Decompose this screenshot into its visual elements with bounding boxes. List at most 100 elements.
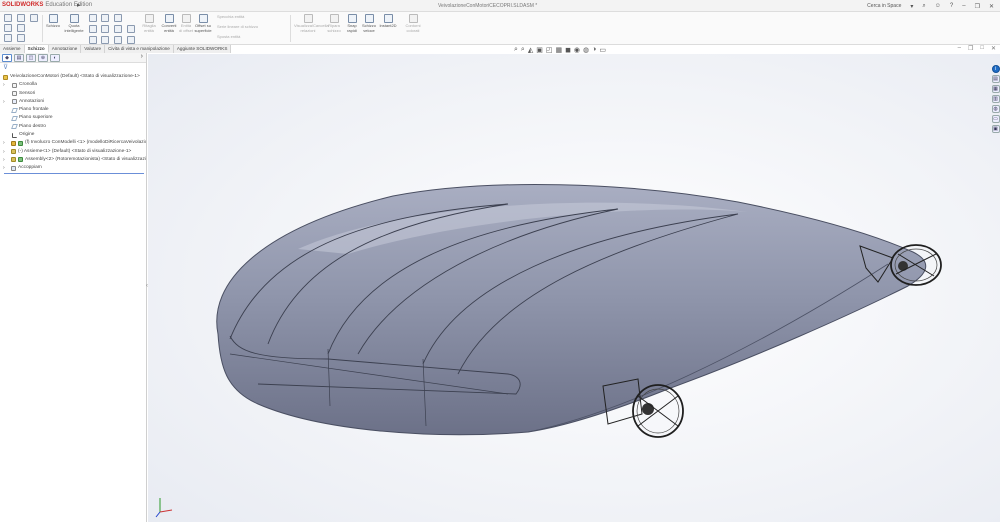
tree-item-sensori[interactable]: Sensori (0, 90, 146, 98)
select-icon[interactable] (4, 34, 12, 42)
graphics-viewport[interactable] (148, 54, 1000, 522)
slot-icon[interactable] (89, 36, 97, 44)
open-icon[interactable] (17, 14, 25, 22)
tree-item-assieme-1[interactable]: › (-) Assieme<1> (Default) <Stato di visu… (0, 148, 146, 156)
dynamic-annotation-icon[interactable]: ◰ (546, 46, 553, 54)
expand-arrow-icon[interactable]: › (3, 139, 5, 147)
view-orientation-icon[interactable]: ▦ (555, 46, 562, 54)
zoom-area-icon[interactable]: ⌕ (521, 46, 525, 54)
tab-assieme[interactable]: Assieme (0, 45, 25, 53)
ripara-schizzo-button[interactable]: Ripara schizzo (324, 14, 344, 33)
viewport-restore-icon[interactable]: ❐ (968, 45, 973, 52)
new-icon[interactable] (4, 14, 12, 22)
fillet-icon[interactable] (127, 25, 135, 33)
tree-item-assembly-2[interactable]: › Assembly<2> (Rotoremotazionista) <Stato… (0, 156, 146, 164)
tree-item-piano-frontale[interactable]: Piano frontale (0, 106, 146, 114)
offset-superficie-button[interactable]: Offset su superficie (193, 14, 213, 33)
search-input[interactable]: Cerca in Space (867, 3, 901, 9)
view-settings-icon[interactable]: ▭ (599, 46, 606, 54)
tree-item-accoppiamenti[interactable]: › Accoppiam (0, 164, 146, 172)
ellipse-icon[interactable] (101, 36, 109, 44)
display-style-icon[interactable]: ◼ (565, 46, 571, 54)
schizzo-button[interactable]: Schizzo (45, 14, 61, 29)
viewport-maximize-icon[interactable]: □ (980, 45, 984, 52)
property-manager-tab-icon[interactable]: ▤ (14, 53, 24, 62)
section-view-icon[interactable]: ▣ (536, 46, 543, 54)
converti-entita-button[interactable]: Converti entità (160, 14, 178, 33)
arc-icon[interactable] (101, 25, 109, 33)
user-icon[interactable]: ☺ (935, 3, 941, 9)
rebuild-icon[interactable] (17, 34, 25, 42)
sposta-entita-button[interactable]: Sposta entità (217, 34, 287, 40)
tree-item-origine[interactable]: Origine (0, 131, 146, 139)
quota-intelligente-button[interactable]: Quota intelligente (63, 14, 85, 33)
schizzo-veloce-button[interactable]: Schizzo veloce (361, 14, 377, 33)
tree-end-rollback-bar[interactable] (4, 172, 144, 174)
serie-lineare-button[interactable]: Serie lineare di schizzo (217, 24, 287, 30)
ritaglia-entita-button[interactable]: Ritaglia entità (139, 14, 159, 33)
visualizza-relazioni-button[interactable]: Visualizza/Cancella relazioni (294, 14, 329, 33)
tab-aggiunte[interactable]: Aggiunte SOLIDWORKS (173, 45, 232, 53)
tree-item-piano-destro[interactable]: Piano destro (0, 123, 146, 131)
filter-icon[interactable]: ⊽ (0, 63, 146, 73)
offset-surface-icon (198, 14, 208, 23)
menu-expand-icon[interactable]: ▸ (77, 1, 81, 9)
line-icon[interactable] (89, 14, 97, 22)
command-search-icon[interactable]: ⌕ (922, 3, 925, 10)
tab-civita-vista[interactable]: Civita di vista e manipolazione (105, 45, 174, 53)
viewport-minimize-icon[interactable]: – (958, 45, 961, 52)
tab-schizzo[interactable]: Schizzo (24, 45, 49, 53)
smart-dimension-icon (69, 14, 79, 23)
expand-arrow-icon[interactable]: › (3, 81, 5, 89)
zoom-to-fit-icon[interactable]: ⌕ (514, 46, 518, 54)
edit-appearance-icon[interactable]: ◍ (583, 46, 589, 54)
print-icon[interactable] (17, 24, 25, 32)
view-palette-icon[interactable]: ▥ (991, 95, 1000, 103)
specchia-entita-button[interactable]: Specchia entità (217, 14, 287, 20)
minimize-icon[interactable]: – (962, 3, 965, 9)
custom-properties-icon[interactable]: ▭ (991, 115, 1000, 123)
polygon-icon[interactable] (114, 25, 122, 33)
command-manager-ribbon: Schizzo Quota intelligente Ritaglia enti… (0, 12, 1000, 45)
tab-valutare[interactable]: Valutare (81, 45, 106, 53)
save-icon[interactable] (4, 24, 12, 32)
solidworks-resources-icon[interactable]: i (991, 65, 1000, 73)
appearances-icon[interactable]: ◍ (991, 105, 1000, 113)
tree-item-root[interactable]: VeivolazioneConMotori (Default) <Stato d… (0, 73, 146, 81)
restore-icon[interactable]: ❐ (975, 3, 980, 10)
text-icon[interactable] (127, 36, 135, 44)
scene-icon[interactable]: ◑ (592, 46, 596, 53)
forum-icon[interactable]: ▣ (991, 125, 1000, 133)
viewport-close-icon[interactable]: ✕ (991, 45, 996, 52)
configuration-manager-tab-icon[interactable]: ◫ (26, 53, 36, 62)
help-icon[interactable]: ? (950, 3, 953, 9)
tree-item-cronologia[interactable]: › Cronolla (0, 81, 146, 89)
point-icon[interactable] (114, 36, 122, 44)
feature-manager-tab-icon[interactable]: ◆ (2, 53, 12, 62)
rectangle-icon[interactable] (89, 25, 97, 33)
expand-arrow-icon[interactable]: › (3, 98, 5, 106)
pane-expand-icon[interactable]: › (141, 53, 143, 60)
tab-annotazione[interactable]: Annotazione (48, 45, 82, 53)
expand-arrow-icon[interactable]: › (3, 148, 5, 156)
circle-icon[interactable] (101, 14, 109, 22)
expand-arrow-icon[interactable]: › (3, 164, 5, 172)
tree-item-piano-superiore[interactable]: Piano superiore (0, 114, 146, 122)
design-library-icon[interactable]: ▤ (991, 75, 1000, 83)
entita-offset-button[interactable]: Entità di offset (179, 14, 193, 33)
display-manager-tab-icon[interactable]: ◐ (50, 53, 60, 62)
instant2d-button[interactable]: Instant2D (378, 14, 398, 29)
file-explorer-icon[interactable]: ▦ (991, 85, 1000, 93)
snap-rapidi-button[interactable]: Snap rapidi (345, 14, 359, 33)
previous-view-icon[interactable]: ◭ (528, 46, 533, 54)
dimxpert-tab-icon[interactable]: ⊕ (38, 53, 48, 62)
tree-item-involucro[interactable]: › (f) Involucro ConModelli <1> (modelloDi… (0, 139, 146, 147)
dropdown-icon[interactable]: ▾ (910, 3, 913, 10)
undo-icon[interactable] (30, 14, 38, 22)
tree-item-annotazioni[interactable]: › Annotazioni (0, 98, 146, 106)
contorni-colorati-button[interactable]: Contorni colorati (400, 14, 426, 33)
hide-show-icon[interactable]: ◉ (574, 46, 580, 54)
close-icon[interactable]: ✕ (989, 3, 994, 10)
spline-icon[interactable] (114, 14, 122, 22)
expand-arrow-icon[interactable]: › (3, 156, 5, 164)
